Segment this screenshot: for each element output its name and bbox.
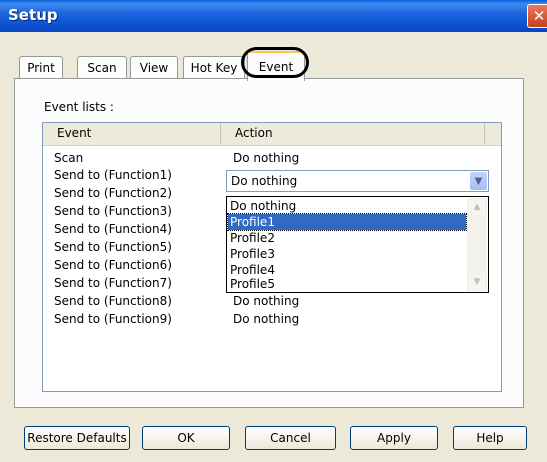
dropdown-option-selected[interactable]: Profile1 bbox=[227, 213, 467, 231]
scroll-down-icon[interactable]: ▼ bbox=[469, 274, 485, 290]
table-row-event[interactable]: Send to (Function4) bbox=[54, 222, 172, 236]
table-row-event[interactable]: Send to (Function1) bbox=[54, 168, 172, 182]
chevron-down-icon[interactable]: ▼ bbox=[470, 172, 487, 190]
action-combo-value: Do nothing bbox=[231, 174, 298, 188]
table-row-action: Do nothing bbox=[233, 151, 300, 165]
scroll-up-icon[interactable]: ▲ bbox=[469, 199, 485, 215]
setup-dialog: Setup ✕ Print Scan View Hot Key Event Ev… bbox=[0, 0, 547, 462]
action-dropdown-list[interactable]: Do nothing Profile1 Profile2 Profile3 Pr… bbox=[226, 196, 489, 293]
table-row-event[interactable]: Scan bbox=[54, 151, 83, 165]
event-lists-label: Event lists : bbox=[44, 100, 114, 114]
list-header: Event Action bbox=[43, 123, 501, 146]
dropdown-option[interactable]: Profile5 bbox=[228, 276, 466, 292]
tab-view[interactable]: View bbox=[130, 56, 178, 79]
apply-button[interactable]: Apply bbox=[350, 426, 438, 450]
column-header-event[interactable]: Event bbox=[43, 123, 221, 144]
action-combo[interactable]: Do nothing ▼ bbox=[226, 170, 489, 192]
table-row-action: Do nothing bbox=[233, 294, 300, 308]
table-row-event[interactable]: Send to (Function2) bbox=[54, 186, 172, 200]
ok-button[interactable]: OK bbox=[142, 426, 230, 450]
table-row-event[interactable]: Send to (Function3) bbox=[54, 204, 172, 218]
table-row-event[interactable]: Send to (Function9) bbox=[54, 312, 172, 326]
tab-hot-key[interactable]: Hot Key bbox=[183, 56, 245, 79]
help-button[interactable]: Help bbox=[453, 426, 527, 450]
title-bar[interactable]: Setup ✕ bbox=[0, 0, 547, 32]
dropdown-option[interactable]: Profile3 bbox=[228, 246, 466, 262]
column-header-action[interactable]: Action bbox=[221, 123, 485, 144]
restore-defaults-button[interactable]: Restore Defaults bbox=[24, 426, 130, 450]
close-icon[interactable]: ✕ bbox=[527, 4, 547, 28]
dropdown-option[interactable]: Do nothing bbox=[228, 198, 466, 214]
tab-print[interactable]: Print bbox=[19, 56, 63, 79]
table-row-action: Do nothing bbox=[233, 312, 300, 326]
dropdown-scrollbar[interactable]: ▲ ▼ bbox=[467, 198, 487, 291]
window-title: Setup bbox=[8, 6, 58, 24]
table-row-event[interactable]: Send to (Function5) bbox=[54, 240, 172, 254]
highlight-circle bbox=[241, 47, 309, 78]
tab-scan[interactable]: Scan bbox=[77, 56, 127, 79]
dropdown-option[interactable]: Profile2 bbox=[228, 230, 466, 246]
table-row-event[interactable]: Send to (Function6) bbox=[54, 258, 172, 272]
table-row-event[interactable]: Send to (Function8) bbox=[54, 294, 172, 308]
cancel-button[interactable]: Cancel bbox=[245, 426, 336, 450]
table-row-event[interactable]: Send to (Function7) bbox=[54, 276, 172, 290]
